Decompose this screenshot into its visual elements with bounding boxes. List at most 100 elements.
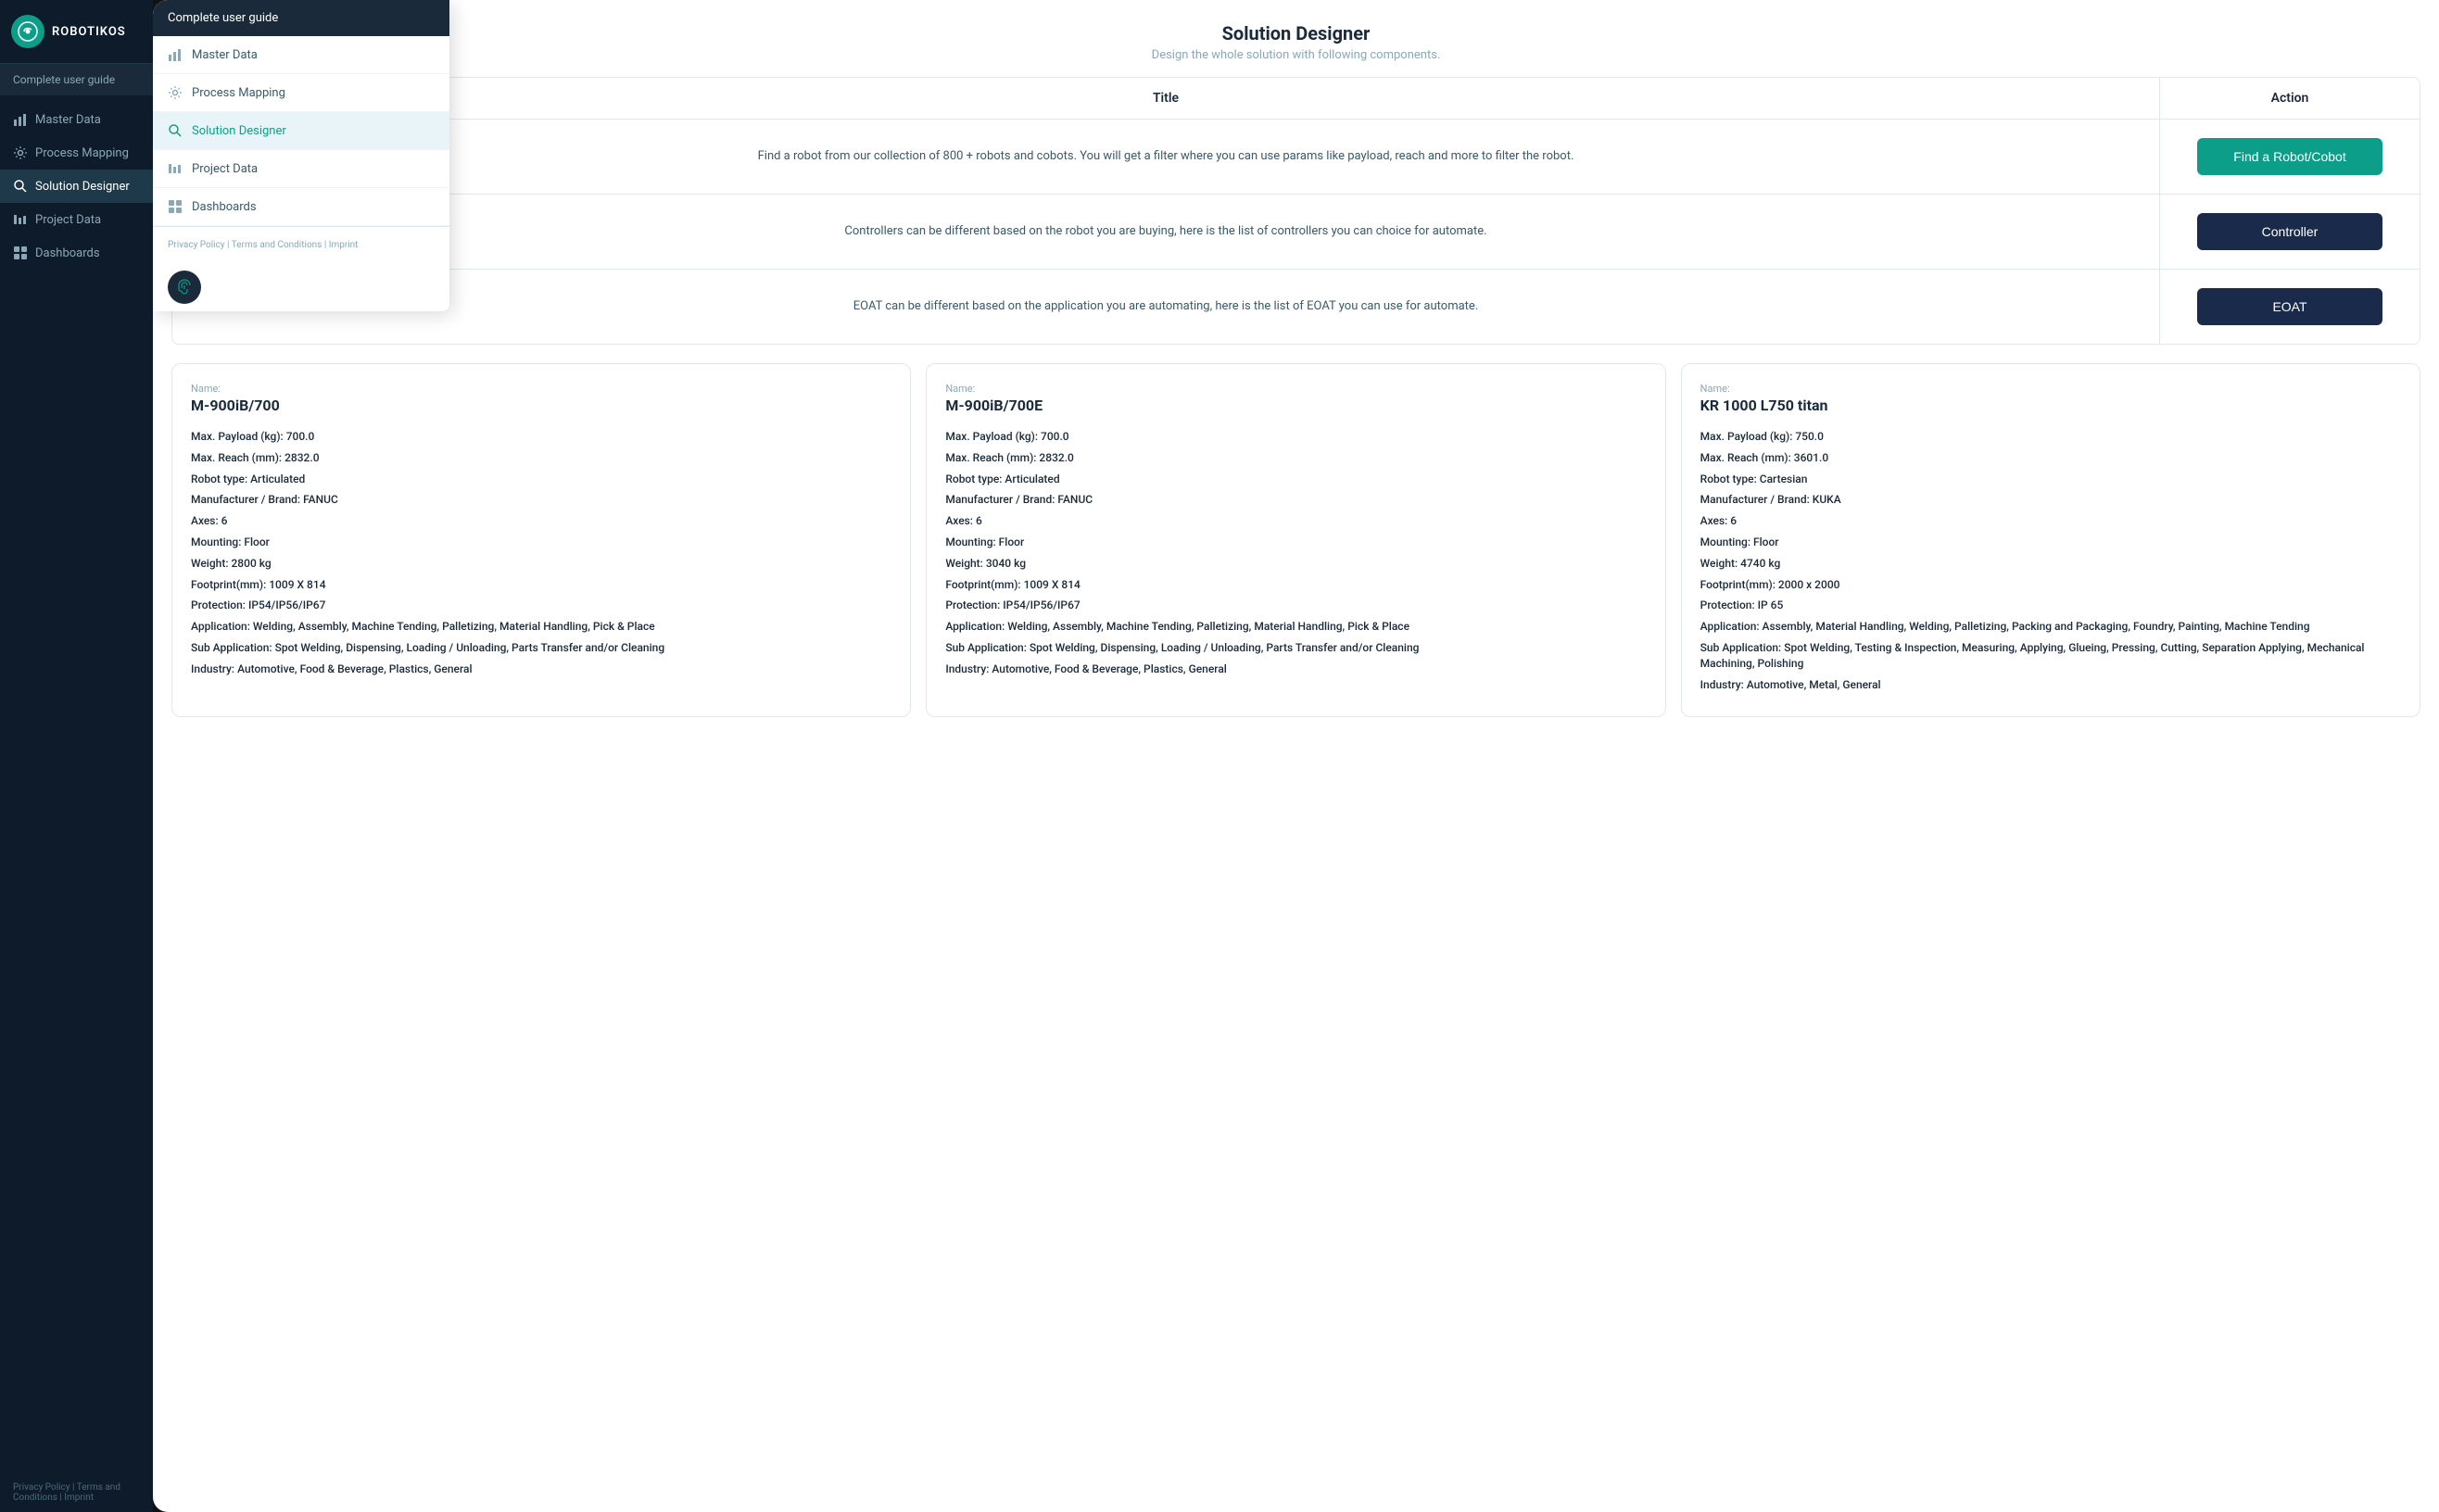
row-title-controller: Controllers can be different based on th… bbox=[172, 195, 2160, 269]
card3-manufacturer: Manufacturer / Brand: KUKA bbox=[1700, 492, 2401, 508]
page-title: Solution Designer bbox=[171, 22, 2420, 44]
card2-footprint: Footprint(mm): 1009 X 814 bbox=[945, 577, 1646, 593]
bar-chart-icon bbox=[13, 112, 28, 127]
row-title-robot: Find a robot from our collection of 800 … bbox=[172, 120, 2160, 194]
dropdown-search-icon bbox=[168, 123, 183, 138]
card3-payload: Max. Payload (kg): 750.0 bbox=[1700, 429, 2401, 445]
card1-application: Application: Welding, Assembly, Machine … bbox=[191, 619, 891, 635]
dropdown-item-solution-designer[interactable]: Solution Designer bbox=[153, 112, 449, 150]
card2-reach: Max. Reach (mm): 2832.0 bbox=[945, 450, 1646, 466]
card3-sub-application: Sub Application: Spot Welding, Testing &… bbox=[1700, 640, 2401, 672]
solution-table: Title Action Find a robot from our colle… bbox=[171, 77, 2420, 345]
dropdown-label-project-data: Project Data bbox=[192, 162, 258, 176]
row-action-eoat: EOAT bbox=[2160, 270, 2420, 344]
dropdown-label-solution-designer: Solution Designer bbox=[192, 124, 286, 138]
main-content: Solution Designer Design the whole solut… bbox=[153, 0, 2439, 1512]
dropdown-item-project-data[interactable]: Project Data bbox=[153, 150, 449, 188]
card3-reach: Max. Reach (mm): 3601.0 bbox=[1700, 450, 2401, 466]
page-subtitle: Design the whole solution with following… bbox=[171, 48, 2420, 62]
card3-type: Robot type: Cartesian bbox=[1700, 472, 2401, 487]
dropdown-label-process-mapping: Process Mapping bbox=[192, 86, 285, 100]
sidebar: ROBOTIKOS Complete user guide Master Dat… bbox=[0, 0, 153, 1512]
card3-industry: Industry: Automotive, Metal, General bbox=[1700, 677, 2401, 693]
logo[interactable]: ROBOTIKOS bbox=[0, 0, 153, 64]
sidebar-item-project-data[interactable]: Project Data bbox=[0, 203, 153, 236]
dropdown-label-dashboards: Dashboards bbox=[192, 200, 257, 214]
row-title-eoat: EOAT can be different based on the appli… bbox=[172, 270, 2160, 344]
robot-card-1[interactable]: Name: M-900iB/700 Max. Payload (kg): 700… bbox=[171, 363, 911, 717]
card1-payload: Max. Payload (kg): 700.0 bbox=[191, 429, 891, 445]
card3-axes: Axes: 6 bbox=[1700, 513, 2401, 529]
col-action: Action bbox=[2160, 78, 2420, 119]
page-header: Solution Designer Design the whole solut… bbox=[153, 0, 2439, 77]
card3-weight: Weight: 4740 kg bbox=[1700, 556, 2401, 572]
dropdown-project-icon bbox=[168, 161, 183, 176]
fingerprint-button[interactable] bbox=[168, 271, 201, 304]
card1-protection: Protection: IP54/IP56/IP67 bbox=[191, 598, 891, 613]
sidebar-item-master-data[interactable]: Master Data bbox=[0, 103, 153, 136]
dropdown-overlay: Complete user guide Master Data Process … bbox=[153, 0, 449, 311]
table-row-eoat: EOAT can be different based on the appli… bbox=[172, 270, 2420, 344]
card1-footprint: Footprint(mm): 1009 X 814 bbox=[191, 577, 891, 593]
card2-weight: Weight: 3040 kg bbox=[945, 556, 1646, 572]
sidebar-item-process-mapping[interactable]: Process Mapping bbox=[0, 136, 153, 170]
dropdown-item-dashboards[interactable]: Dashboards bbox=[153, 188, 449, 226]
card3-application: Application: Assembly, Material Handling… bbox=[1700, 619, 2401, 635]
project-icon bbox=[13, 212, 28, 227]
find-robot-button[interactable]: Find a Robot/Cobot bbox=[2197, 138, 2382, 175]
dropdown-dashboard-icon bbox=[168, 199, 183, 214]
card2-name-label: Name: bbox=[945, 383, 1646, 395]
card1-type: Robot type: Articulated bbox=[191, 472, 891, 487]
card1-weight: Weight: 2800 kg bbox=[191, 556, 891, 572]
card3-name: KR 1000 L750 titan bbox=[1700, 397, 2401, 414]
dropdown-label-master-data: Master Data bbox=[192, 48, 258, 62]
robot-card-2[interactable]: Name: M-900iB/700E Max. Payload (kg): 70… bbox=[926, 363, 1665, 717]
card2-manufacturer: Manufacturer / Brand: FANUC bbox=[945, 492, 1646, 508]
table-row-controller: Controllers can be different based on th… bbox=[172, 195, 2420, 270]
gear-icon bbox=[13, 145, 28, 160]
row-action-robot: Find a Robot/Cobot bbox=[2160, 120, 2420, 194]
logo-text: ROBOTIKOS bbox=[52, 25, 126, 39]
card1-reach: Max. Reach (mm): 2832.0 bbox=[191, 450, 891, 466]
card2-application: Application: Welding, Assembly, Machine … bbox=[945, 619, 1646, 635]
card1-name-label: Name: bbox=[191, 383, 891, 395]
card2-industry: Industry: Automotive, Food & Beverage, P… bbox=[945, 662, 1646, 677]
card2-protection: Protection: IP54/IP56/IP67 bbox=[945, 598, 1646, 613]
robot-cards-section: Name: M-900iB/700 Max. Payload (kg): 700… bbox=[153, 363, 2439, 736]
card2-type: Robot type: Articulated bbox=[945, 472, 1646, 487]
sidebar-label-solution-designer: Solution Designer bbox=[35, 180, 130, 194]
sidebar-nav: Master Data Process Mapping Solution Des… bbox=[0, 95, 153, 1473]
card2-payload: Max. Payload (kg): 700.0 bbox=[945, 429, 1646, 445]
table-row-robot: Find a robot from our collection of 800 … bbox=[172, 120, 2420, 195]
card2-name: M-900iB/700E bbox=[945, 397, 1646, 414]
dropdown-item-master-data[interactable]: Master Data bbox=[153, 36, 449, 74]
eoat-button[interactable]: EOAT bbox=[2197, 288, 2382, 325]
sidebar-item-solution-designer[interactable]: Solution Designer bbox=[0, 170, 153, 203]
search-icon bbox=[13, 179, 28, 194]
sidebar-guide[interactable]: Complete user guide bbox=[0, 64, 153, 95]
dropdown-bar-chart-icon bbox=[168, 47, 183, 62]
robot-card-3[interactable]: Name: KR 1000 L750 titan Max. Payload (k… bbox=[1681, 363, 2420, 717]
card2-axes: Axes: 6 bbox=[945, 513, 1646, 529]
dropdown-guide[interactable]: Complete user guide bbox=[153, 0, 449, 36]
card1-mounting: Mounting: Floor bbox=[191, 535, 891, 550]
dashboard-icon bbox=[13, 246, 28, 260]
dropdown-gear-icon bbox=[168, 85, 183, 100]
sidebar-label-process-mapping: Process Mapping bbox=[35, 146, 129, 160]
row-action-controller: Controller bbox=[2160, 195, 2420, 269]
card1-manufacturer: Manufacturer / Brand: FANUC bbox=[191, 492, 891, 508]
dropdown-item-process-mapping[interactable]: Process Mapping bbox=[153, 74, 449, 112]
sidebar-item-dashboards[interactable]: Dashboards bbox=[0, 236, 153, 270]
card3-protection: Protection: IP 65 bbox=[1700, 598, 2401, 613]
logo-icon bbox=[11, 15, 44, 48]
card1-sub-application: Sub Application: Spot Welding, Dispensin… bbox=[191, 640, 891, 656]
sidebar-label-master-data: Master Data bbox=[35, 113, 101, 127]
sidebar-label-dashboards: Dashboards bbox=[35, 246, 100, 260]
fingerprint-icon bbox=[175, 278, 194, 296]
card3-mounting: Mounting: Floor bbox=[1700, 535, 2401, 550]
card1-industry: Industry: Automotive, Food & Beverage, P… bbox=[191, 662, 891, 677]
table-header: Title Action bbox=[172, 78, 2420, 120]
controller-button[interactable]: Controller bbox=[2197, 213, 2382, 250]
card2-sub-application: Sub Application: Spot Welding, Dispensin… bbox=[945, 640, 1646, 656]
card1-name: M-900iB/700 bbox=[191, 397, 891, 414]
